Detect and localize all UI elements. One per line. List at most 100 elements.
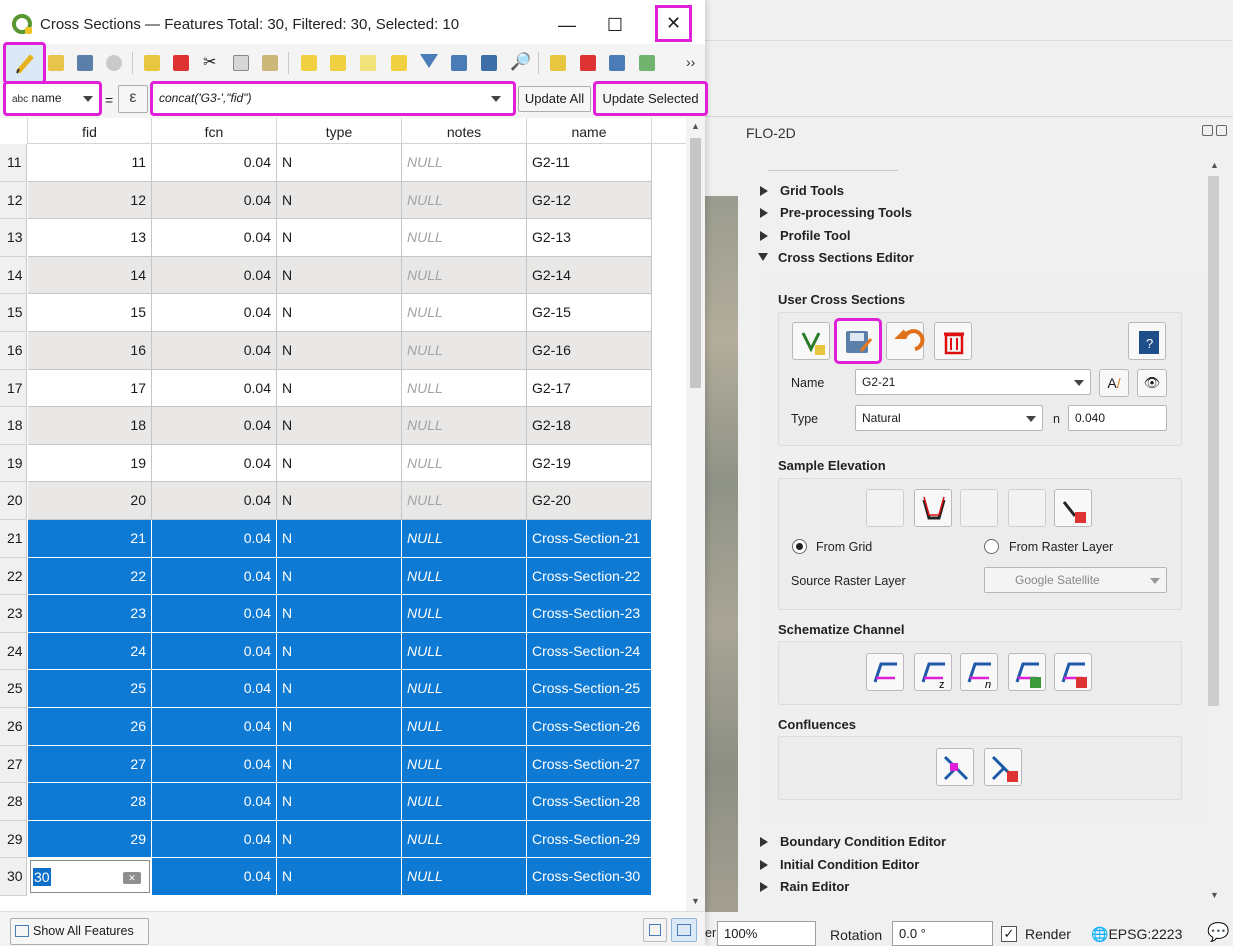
cell-notes[interactable]: NULL xyxy=(402,407,527,445)
cell-type[interactable]: N xyxy=(277,181,402,220)
row-number[interactable]: 18 xyxy=(0,407,27,445)
cell-type[interactable]: N xyxy=(277,369,402,408)
deselect-all-button[interactable] xyxy=(386,50,412,76)
cell-notes[interactable]: NULL xyxy=(402,520,527,558)
tree-preprocessing-tools[interactable]: Pre-processing Tools xyxy=(760,205,912,220)
table-row[interactable]: 17 17 0.04 N NULL G2-17 xyxy=(0,369,686,408)
table-row[interactable]: 23 23 0.04 N NULL Cross-Section-23 xyxy=(0,595,686,633)
cell-fid[interactable]: 20 xyxy=(28,482,152,520)
add-confluence-button[interactable] xyxy=(936,748,974,786)
cell-name[interactable]: G2-13 xyxy=(527,219,652,257)
cell-type[interactable]: N xyxy=(277,783,402,821)
filter-button[interactable] xyxy=(416,50,442,76)
cell-name[interactable]: Cross-Section-27 xyxy=(527,745,652,784)
cell-name[interactable]: Cross-Section-21 xyxy=(527,520,652,558)
row-number[interactable]: 29 xyxy=(0,820,27,859)
sample-profile-button[interactable] xyxy=(866,489,904,527)
paste-button[interactable] xyxy=(257,50,283,76)
reload-button[interactable] xyxy=(101,50,127,76)
field-combo[interactable]: abc name xyxy=(3,81,102,116)
table-scrollbar-thumb[interactable] xyxy=(690,138,701,388)
cell-fid[interactable]: 22 xyxy=(28,557,152,596)
source-raster-combo[interactable]: Google Satellite xyxy=(984,567,1167,593)
update-all-button[interactable]: Update All xyxy=(518,86,591,112)
cell-fid[interactable]: 25 xyxy=(28,670,152,708)
row-number[interactable]: 28 xyxy=(0,783,27,821)
cell-type[interactable]: N xyxy=(277,332,402,370)
table-row[interactable]: 11 11 0.04 N NULL G2-11 xyxy=(0,144,686,182)
cell-name[interactable]: Cross-Section-26 xyxy=(527,708,652,746)
copy-button[interactable] xyxy=(228,50,254,76)
expression-builder-button[interactable]: ε xyxy=(118,85,148,113)
cell-type[interactable]: N xyxy=(277,520,402,558)
tree-profile-tool[interactable]: Profile Tool xyxy=(760,228,851,243)
column-header-notes[interactable]: notes xyxy=(402,118,527,144)
cell-fid[interactable]: 24 xyxy=(28,632,152,671)
cell-type[interactable]: N xyxy=(277,444,402,483)
column-header-fid[interactable]: fid xyxy=(28,118,152,144)
cell-type[interactable]: N xyxy=(277,407,402,445)
cell-fcn[interactable]: 0.04 xyxy=(152,520,277,558)
cell-name[interactable]: Cross-Section-29 xyxy=(527,820,652,859)
cell-type[interactable]: N xyxy=(277,745,402,784)
cell-type[interactable]: N xyxy=(277,670,402,708)
tree-initial-condition-editor[interactable]: Initial Condition Editor xyxy=(760,857,919,872)
cell-notes[interactable]: NULL xyxy=(402,332,527,370)
cell-name[interactable]: Cross-Section-24 xyxy=(527,632,652,671)
delete-schematized-button[interactable] xyxy=(1054,653,1092,691)
cell-notes[interactable]: NULL xyxy=(402,144,527,182)
cell-fid[interactable]: 27 xyxy=(28,745,152,784)
cell-name[interactable]: G2-18 xyxy=(527,407,652,445)
conditional-formatting-button[interactable] xyxy=(634,50,660,76)
show-cross-section-button[interactable]: 👁 xyxy=(1137,369,1167,397)
pan-to-selection-button[interactable] xyxy=(476,50,502,76)
cell-fid[interactable]: 15 xyxy=(28,294,152,332)
cell-name[interactable]: G2-16 xyxy=(527,332,652,370)
row-number[interactable]: 14 xyxy=(0,256,27,295)
cell-fcn[interactable]: 0.04 xyxy=(152,595,277,633)
new-field-button[interactable] xyxy=(545,50,571,76)
table-row[interactable]: 30 30 ✕ 0.04 N NULL Cross-Section-30 xyxy=(0,858,686,896)
rename-button[interactable]: A/ xyxy=(1099,369,1129,397)
cell-fcn[interactable]: 0.04 xyxy=(152,444,277,483)
cell-fcn[interactable]: 0.04 xyxy=(152,482,277,520)
confirm-channel-button[interactable] xyxy=(1008,653,1046,691)
cell-name[interactable]: Cross-Section-23 xyxy=(527,595,652,633)
table-row[interactable]: 20 20 0.04 N NULL G2-20 xyxy=(0,482,686,520)
schematize-button[interactable] xyxy=(866,653,904,691)
from-grid-radio[interactable] xyxy=(792,539,807,554)
cell-fid[interactable]: 26 xyxy=(28,708,152,746)
more-tools-button[interactable]: ›› xyxy=(686,54,695,70)
cell-notes[interactable]: NULL xyxy=(402,745,527,784)
cell-editor-input[interactable]: 30 ✕ xyxy=(30,860,150,894)
expression-input[interactable]: concat('G3-',"fid") xyxy=(150,81,516,116)
table-row[interactable]: 12 12 0.04 N NULL G2-12 xyxy=(0,181,686,220)
table-row[interactable]: 25 25 0.04 N NULL Cross-Section-25 xyxy=(0,670,686,708)
column-header-type[interactable]: type xyxy=(277,118,402,144)
render-checkbox[interactable]: ✓ xyxy=(1001,926,1017,942)
table-row[interactable]: 21 21 0.04 N NULL Cross-Section-21 xyxy=(0,520,686,558)
cell-notes[interactable]: NULL xyxy=(402,632,527,671)
cell-name[interactable]: Cross-Section-28 xyxy=(527,783,652,821)
messages-icon[interactable]: 💬 xyxy=(1207,922,1229,943)
save-cross-section-button[interactable] xyxy=(834,318,882,364)
zoom-to-selection-button[interactable]: 🔎 xyxy=(506,50,532,76)
cell-type[interactable]: N xyxy=(277,219,402,257)
close-button[interactable]: ✕ xyxy=(655,5,692,42)
cell-notes[interactable]: NULL xyxy=(402,708,527,746)
cell-fcn[interactable]: 0.04 xyxy=(152,670,277,708)
cell-type[interactable]: N xyxy=(277,294,402,332)
update-selected-button[interactable]: Update Selected xyxy=(593,81,708,116)
cell-fcn[interactable]: 0.04 xyxy=(152,256,277,295)
row-number[interactable]: 23 xyxy=(0,595,27,633)
cell-fid[interactable]: 16 xyxy=(28,332,152,370)
tree-boundary-condition-editor[interactable]: Boundary Condition Editor xyxy=(760,834,946,849)
show-all-features-button[interactable]: Show All Features xyxy=(10,918,149,945)
cell-notes[interactable]: NULL xyxy=(402,369,527,408)
cell-fid[interactable]: 30 ✕ xyxy=(28,858,152,896)
magnifier-input[interactable]: 100% xyxy=(717,921,816,946)
cell-name[interactable]: Cross-Section-22 xyxy=(527,557,652,596)
cell-fcn[interactable]: 0.04 xyxy=(152,820,277,859)
tree-rain-editor[interactable]: Rain Editor xyxy=(760,879,849,894)
delete-field-button[interactable] xyxy=(575,50,601,76)
